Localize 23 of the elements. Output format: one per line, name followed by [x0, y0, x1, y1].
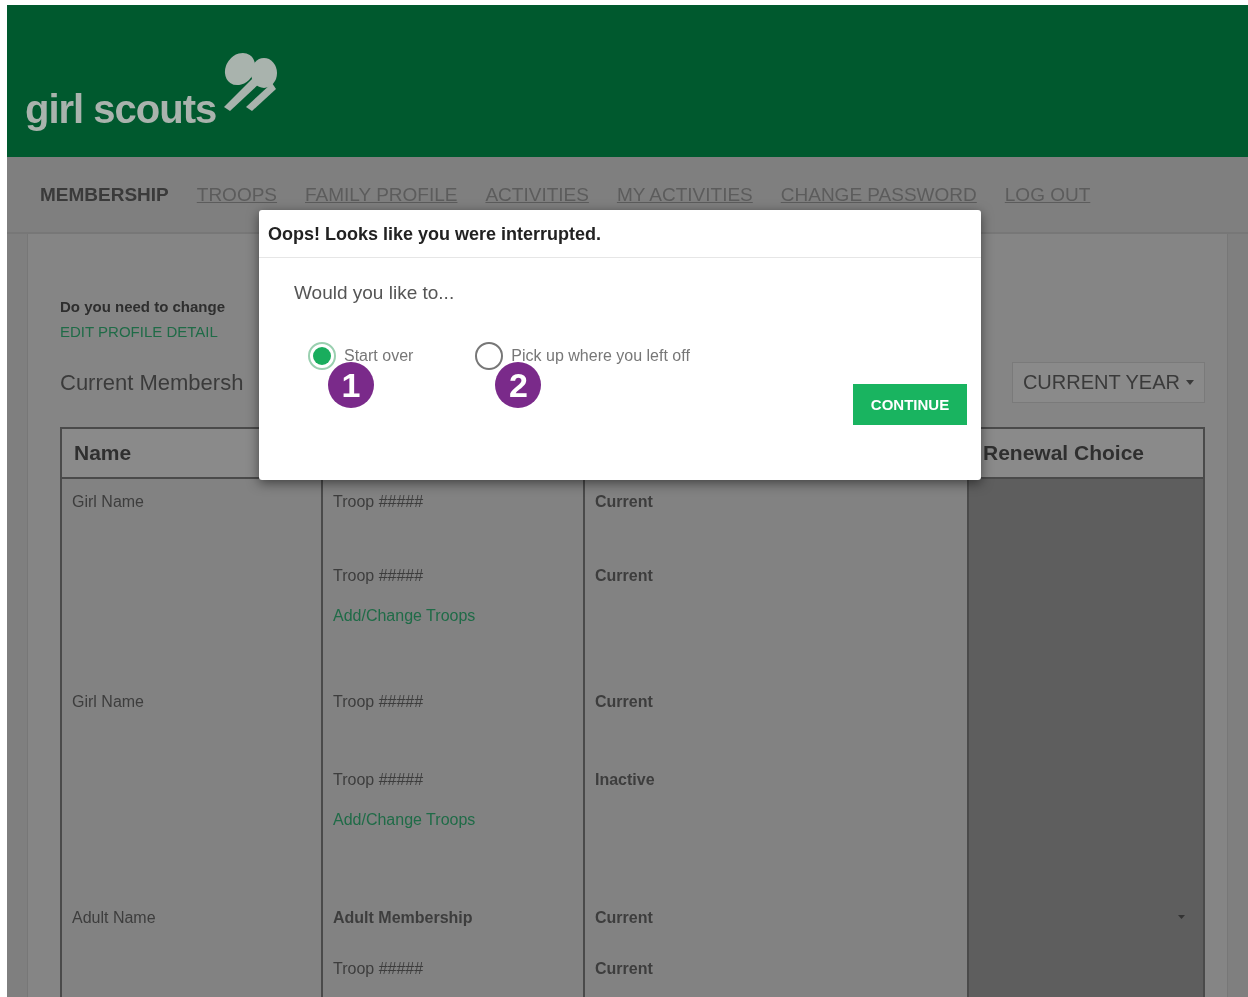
- edit-profile-link[interactable]: EDIT PROFILE DETAIL: [60, 323, 218, 340]
- profile-prompt: Do you need to change: [60, 298, 225, 315]
- continue-button[interactable]: CONTINUE: [853, 384, 967, 425]
- troop-cell: Troop #####: [323, 950, 585, 997]
- troop-cell: Troop #####: [323, 683, 585, 761]
- troop-cell: Troop #####: [323, 557, 585, 607]
- dialog-title: Oops! Looks like you were interrupted.: [259, 210, 981, 258]
- dialog-question: Would you like to...: [294, 282, 455, 304]
- number-badge: 2: [495, 362, 542, 408]
- add-change-troops-link[interactable]: Add/Change Troops: [333, 811, 476, 828]
- name-cell: Girl Name: [62, 683, 323, 761]
- nav-tab[interactable]: MEMBERSHIP: [40, 183, 169, 206]
- troop-cell: Adult Membership: [323, 899, 585, 950]
- caret-icon: [1186, 380, 1194, 385]
- add-change-troops-link[interactable]: Add/Change Troops: [333, 607, 476, 624]
- troop-cell: Troop #####: [323, 761, 585, 811]
- name-cell: Adult Name: [62, 899, 323, 950]
- logo-text: girl scouts: [25, 89, 217, 129]
- year-dropdown[interactable]: CURRENT YEAR: [1011, 362, 1205, 403]
- radio-button[interactable]: [308, 342, 336, 370]
- caret-icon: [1178, 915, 1185, 919]
- number-badge: 1: [328, 362, 374, 408]
- section-title: Current Membersh: [60, 369, 244, 396]
